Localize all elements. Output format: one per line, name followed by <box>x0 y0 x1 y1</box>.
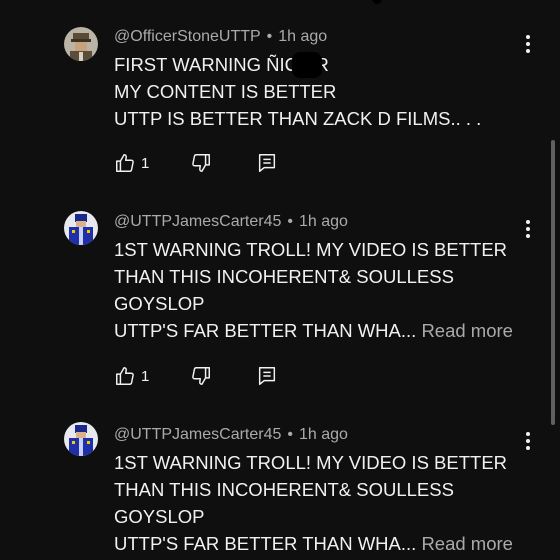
username-link[interactable]: @UTTPJamesCarter45 <box>114 426 281 443</box>
username-link[interactable]: @OfficerStoneUTTP <box>114 28 261 45</box>
censor-mark <box>292 52 322 78</box>
timestamp[interactable]: 1h ago <box>278 28 327 45</box>
comment-line: THAN THIS INCOHERENT& SOULLESS <box>114 266 454 287</box>
reply-button[interactable] <box>256 151 278 175</box>
reply-button[interactable] <box>256 364 278 388</box>
dislike-button[interactable] <box>190 364 212 388</box>
timestamp[interactable]: 1h ago <box>299 213 348 230</box>
more-options-button[interactable] <box>520 33 536 55</box>
like-button[interactable]: 1 <box>114 151 149 175</box>
like-count: 1 <box>141 367 150 385</box>
username-link[interactable]: @UTTPJamesCarter45 <box>114 213 281 230</box>
avatar[interactable] <box>64 422 98 456</box>
comment-line: 1ST WARNING TROLL! MY VIDEO IS BETTER <box>114 239 508 260</box>
reply-icon <box>258 154 276 172</box>
comment-text: 1ST WARNING TROLL! MY VIDEO IS BETTER TH… <box>114 236 534 344</box>
comment-line: 1ST WARNING TROLL! MY VIDEO IS BETTER <box>114 452 508 473</box>
scrollbar[interactable] <box>551 140 555 425</box>
meta-separator: • <box>287 426 293 443</box>
thumbs-down-icon <box>192 154 210 172</box>
thumbs-up-icon <box>116 154 134 172</box>
meta-separator: • <box>287 213 293 230</box>
top-edge-mark <box>372 0 382 4</box>
comment-line: GOYSLOP <box>114 293 205 314</box>
police-officer-avatar-icon <box>64 27 98 61</box>
comment-line-truncated: UTTP'S FAR BETTER THAN WHA... <box>114 320 417 341</box>
thumbs-down-icon <box>192 367 210 385</box>
thumbs-up-icon <box>116 367 134 385</box>
comment-line: UTTP IS BETTER THAN ZACK D FILMS.. . . <box>114 108 482 129</box>
more-options-button[interactable] <box>520 218 536 240</box>
comment-line: GOYSLOP <box>114 506 205 527</box>
comment-text: FIRST WARNING ÑIC ER MY CONTENT IS BETTE… <box>114 51 534 132</box>
comment-text: 1ST WARNING TROLL! MY VIDEO IS BETTER TH… <box>114 449 534 557</box>
comment-line: UTTP'S FAR BETTER THAN WHA... Read more <box>114 530 534 557</box>
comment-line: UTTP'S FAR BETTER THAN WHA... Read more <box>114 317 534 344</box>
blue-uniform-avatar-icon <box>64 211 98 245</box>
comment-line: FIRST WARNING ÑIC ER <box>114 54 329 75</box>
comment-line: MY CONTENT IS BETTER <box>114 81 337 102</box>
like-count: 1 <box>141 154 150 172</box>
blue-uniform-avatar-icon <box>64 422 98 456</box>
comment-meta: @UTTPJamesCarter45 • 1h ago <box>114 426 348 444</box>
comment-line: THAN THIS INCOHERENT& SOULLESS <box>114 479 454 500</box>
meta-separator: • <box>266 28 273 45</box>
comment-line-truncated: UTTP'S FAR BETTER THAN WHA... <box>114 533 417 554</box>
reply-icon <box>258 367 276 385</box>
read-more-link[interactable]: Read more <box>421 533 513 554</box>
timestamp[interactable]: 1h ago <box>299 426 348 443</box>
dislike-button[interactable] <box>190 151 212 175</box>
more-options-button[interactable] <box>520 430 536 452</box>
avatar[interactable] <box>64 211 98 245</box>
comment-meta: @OfficerStoneUTTP • 1h ago <box>114 28 327 46</box>
avatar[interactable] <box>64 27 98 61</box>
like-button[interactable]: 1 <box>114 364 149 388</box>
read-more-link[interactable]: Read more <box>421 320 513 341</box>
comment-meta: @UTTPJamesCarter45 • 1h ago <box>114 213 348 231</box>
